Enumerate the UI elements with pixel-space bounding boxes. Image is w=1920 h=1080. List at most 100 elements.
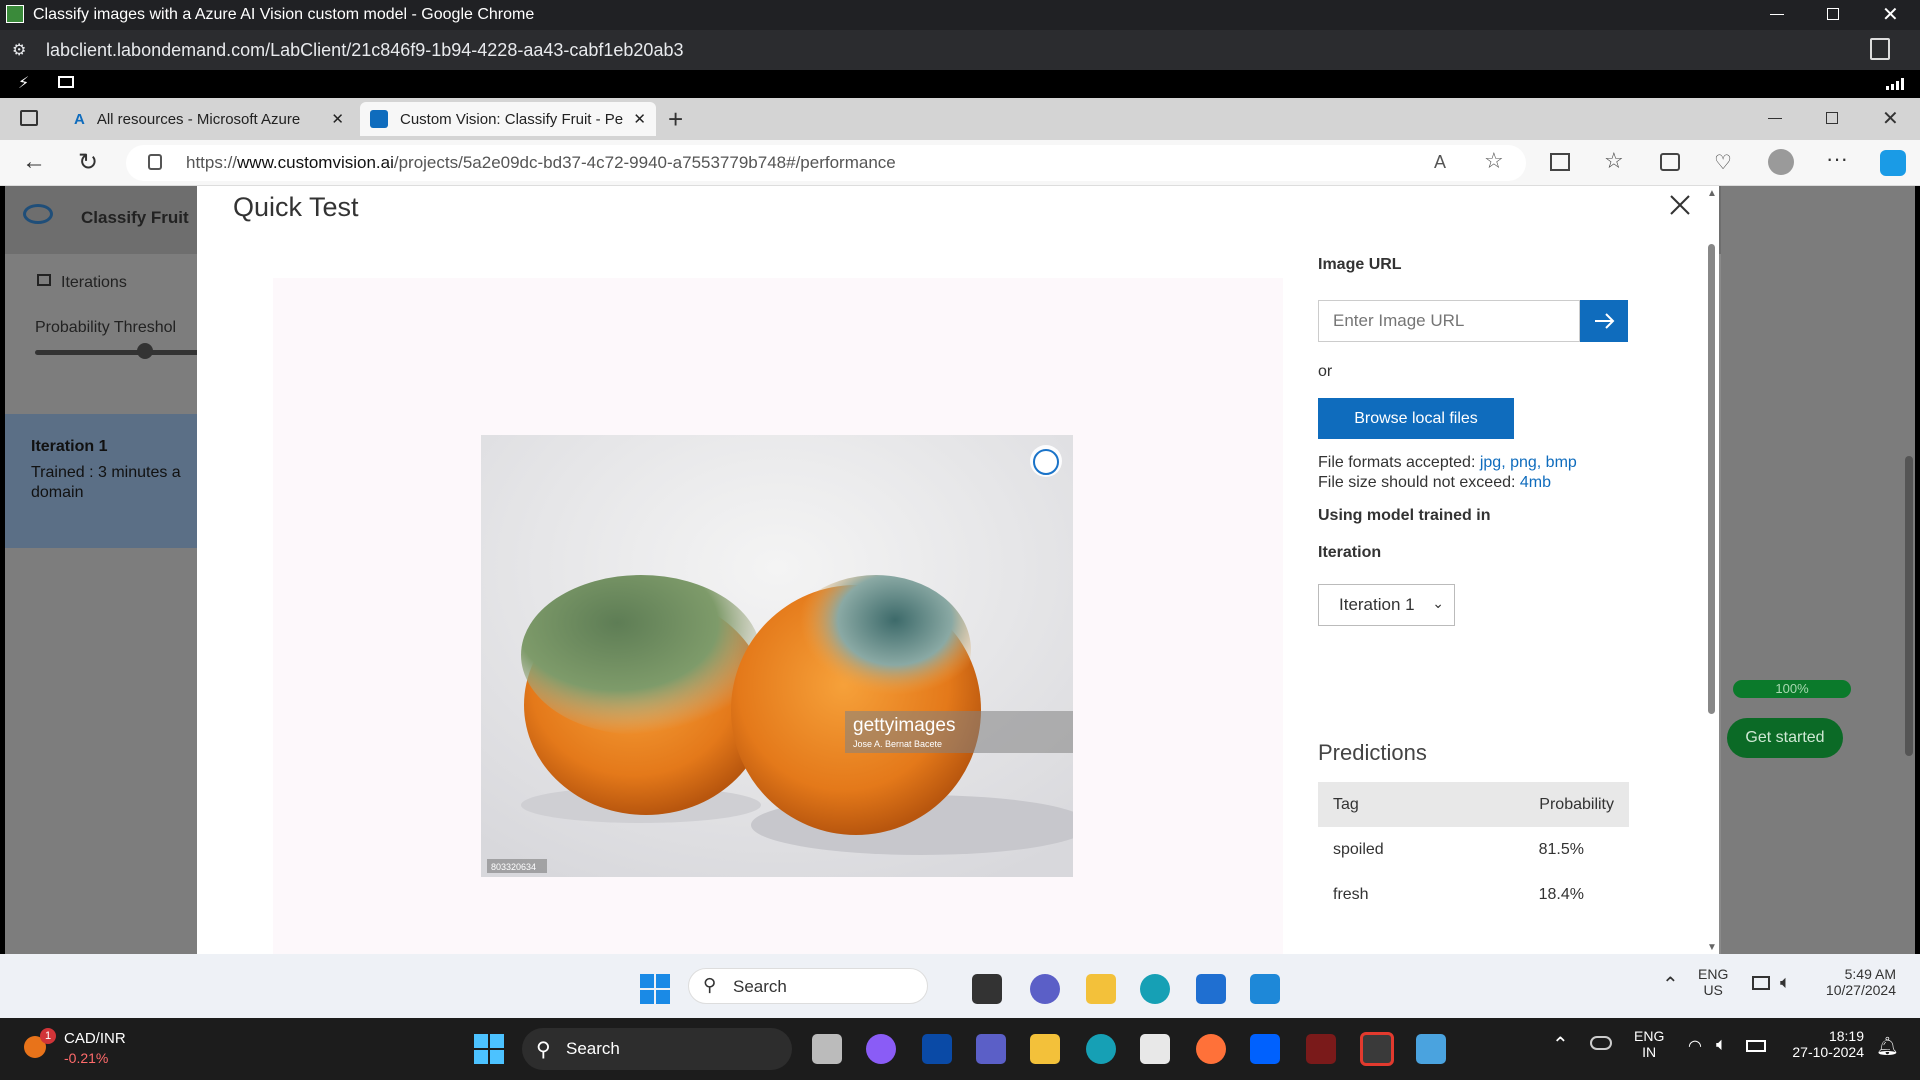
vscode-icon[interactable] bbox=[1250, 974, 1280, 1004]
chrome-window-title: Classify images with a Azure AI Vision c… bbox=[33, 6, 535, 23]
network-icon[interactable] bbox=[1752, 976, 1770, 990]
language-indicator[interactable]: ENG US bbox=[1698, 966, 1728, 998]
close-tab-icon[interactable]: ✕ bbox=[331, 110, 344, 128]
restore-icon[interactable] bbox=[1826, 112, 1838, 124]
teams-icon[interactable] bbox=[1030, 974, 1060, 1004]
restore-icon[interactable] bbox=[1827, 8, 1839, 20]
project-name[interactable]: Classify Fruit bbox=[81, 208, 189, 228]
defender-icon[interactable] bbox=[922, 1034, 952, 1064]
site-info-icon[interactable]: ⚙ bbox=[12, 40, 26, 60]
weather-widget[interactable]: 1 CAD/INR -0.21% bbox=[20, 1028, 200, 1070]
clock-time: 18:19 bbox=[1828, 1028, 1864, 1044]
prediction-tag: fresh bbox=[1333, 885, 1369, 903]
show-hidden-icon[interactable]: ⌃ bbox=[1552, 1032, 1569, 1057]
chrome-url[interactable]: labclient.labondemand.com/LabClient/21c8… bbox=[46, 40, 683, 61]
new-tab-icon[interactable]: + bbox=[668, 104, 683, 135]
language-indicator[interactable]: ENG IN bbox=[1634, 1028, 1664, 1060]
lock-icon[interactable] bbox=[148, 154, 162, 170]
quick-test-modal: Quick Test 803320634 gettyimages Jose A.… bbox=[197, 186, 1719, 954]
read-aloud-icon[interactable]: A bbox=[1434, 152, 1446, 173]
url-path: /projects/5a2e09dc-bd37-4c72-9940-a75537… bbox=[393, 153, 896, 172]
notepad-icon[interactable] bbox=[1416, 1034, 1446, 1064]
get-started-button[interactable]: Get started bbox=[1727, 718, 1843, 758]
modal-title: Quick Test bbox=[233, 192, 359, 222]
monitor-icon[interactable] bbox=[58, 76, 74, 88]
tab-actions-icon[interactable] bbox=[20, 110, 38, 126]
clock[interactable]: 5:49 AM 10/27/2024 bbox=[1816, 966, 1896, 998]
notification-bell-icon[interactable]: 🔔︎ bbox=[1876, 1036, 1899, 1057]
tab-custom-vision[interactable]: Custom Vision: Classify Fruit - Pe ✕ bbox=[360, 102, 656, 136]
split-screen-icon[interactable] bbox=[1550, 153, 1570, 171]
taskbar-search[interactable]: ⚲ Search bbox=[522, 1028, 792, 1070]
cloud-sync-icon[interactable] bbox=[1590, 1036, 1612, 1050]
file-explorer-icon[interactable] bbox=[1086, 974, 1116, 1004]
wifi-icon[interactable]: ◠ bbox=[1688, 1036, 1702, 1056]
game-app-icon[interactable] bbox=[1306, 1034, 1336, 1064]
lightning-icon[interactable]: ⚡ bbox=[18, 73, 29, 93]
favorite-star-icon[interactable]: ☆ bbox=[1484, 148, 1504, 174]
lang-line1: ENG bbox=[1698, 966, 1729, 982]
close-tab-icon[interactable]: ✕ bbox=[633, 110, 646, 128]
close-button[interactable] bbox=[1663, 188, 1697, 222]
close-window-icon[interactable]: ✕ bbox=[1882, 2, 1899, 27]
taskbar-search[interactable]: ⚲ Search bbox=[688, 968, 928, 1004]
edge-icon[interactable] bbox=[1086, 1034, 1116, 1064]
store-icon[interactable] bbox=[1140, 1034, 1170, 1064]
battery-icon[interactable] bbox=[1746, 1040, 1766, 1052]
favorites-icon[interactable]: ☆ bbox=[1604, 148, 1624, 174]
iteration-select[interactable]: Iteration 1 ⌄ bbox=[1318, 584, 1455, 626]
progress-label: 100% bbox=[1775, 681, 1809, 696]
copilot-icon[interactable] bbox=[1880, 150, 1906, 176]
slider-thumb[interactable] bbox=[137, 343, 153, 359]
image-url-input[interactable] bbox=[1318, 300, 1580, 342]
threshold-slider[interactable] bbox=[35, 350, 205, 355]
arrow-right-icon bbox=[1595, 313, 1615, 329]
edge-address-bar[interactable]: https://www.customvision.ai/projects/5a2… bbox=[126, 145, 1526, 181]
task-view-icon[interactable] bbox=[812, 1034, 842, 1064]
close-icon[interactable] bbox=[1663, 188, 1697, 222]
collections-icon[interactable] bbox=[1660, 153, 1680, 171]
iteration-card[interactable]: Iteration 1 Trained : 3 minutes a domain bbox=[5, 414, 205, 548]
browser-essentials-icon[interactable]: ♡ bbox=[1714, 150, 1732, 175]
clock[interactable]: 18:19 27-10-2024 bbox=[1780, 1028, 1864, 1060]
firefox-icon[interactable] bbox=[1196, 1034, 1226, 1064]
remote-taskbar: ⚲ Search ⌃ ENG US 🔈︎ 5:49 AM 10/27/2024 bbox=[0, 954, 1920, 1018]
show-hidden-icon[interactable]: ⌃ bbox=[1662, 972, 1679, 997]
no-clipboard-icon[interactable] bbox=[1870, 38, 1890, 60]
modal-scrollbar[interactable]: ▲ ▼ bbox=[1704, 186, 1719, 954]
chrome-icon[interactable] bbox=[1360, 1032, 1394, 1066]
edge-icon[interactable] bbox=[1140, 974, 1170, 1004]
scroll-up-icon[interactable]: ▲ bbox=[1707, 188, 1717, 199]
scroll-down-icon[interactable]: ▼ bbox=[1707, 942, 1717, 953]
file-explorer-icon[interactable] bbox=[1030, 1034, 1060, 1064]
minimize-icon[interactable] bbox=[1768, 118, 1782, 119]
task-view-icon[interactable] bbox=[972, 974, 1002, 1004]
scroll-thumb[interactable] bbox=[1708, 244, 1715, 714]
copilot-icon[interactable] bbox=[866, 1034, 896, 1064]
size-value: 4mb bbox=[1519, 474, 1552, 491]
volume-icon[interactable]: 🔈︎ bbox=[1780, 972, 1791, 993]
windows-start-icon[interactable] bbox=[640, 974, 670, 1004]
watermark-credit: Jose A. Bernat Bacete bbox=[853, 739, 943, 749]
getty-watermark: gettyimages Jose A. Bernat Bacete bbox=[845, 711, 1073, 753]
submit-url-button[interactable] bbox=[1580, 300, 1628, 342]
back-icon[interactable]: ← bbox=[22, 148, 46, 176]
windows-start-icon[interactable] bbox=[474, 1034, 504, 1064]
clock-time: 5:49 AM bbox=[1844, 966, 1896, 982]
volume-icon[interactable]: 🔈︎ bbox=[1716, 1034, 1727, 1055]
size-prefix: File size should not exceed: bbox=[1318, 474, 1520, 491]
teams-icon[interactable] bbox=[976, 1034, 1006, 1064]
dropbox-icon[interactable] bbox=[1250, 1034, 1280, 1064]
refresh-icon[interactable]: ↻ bbox=[78, 148, 98, 177]
close-window-icon[interactable]: ✕ bbox=[1882, 106, 1899, 131]
store-icon[interactable] bbox=[1196, 974, 1226, 1004]
profile-icon[interactable] bbox=[1768, 149, 1794, 175]
browse-local-files-button[interactable]: Browse local files bbox=[1318, 398, 1514, 439]
visual-search-icon[interactable] bbox=[1033, 449, 1059, 475]
more-icon[interactable]: ··· bbox=[1826, 146, 1848, 172]
minimize-icon[interactable] bbox=[1770, 14, 1784, 15]
tab-azure-resources[interactable]: A All resources - Microsoft Azure ✕ bbox=[64, 102, 354, 136]
predictions-header-row: Tag Probability bbox=[1318, 782, 1629, 827]
iteration-selected: Iteration 1 bbox=[1339, 595, 1415, 614]
page-scrollbar[interactable] bbox=[1905, 456, 1913, 756]
